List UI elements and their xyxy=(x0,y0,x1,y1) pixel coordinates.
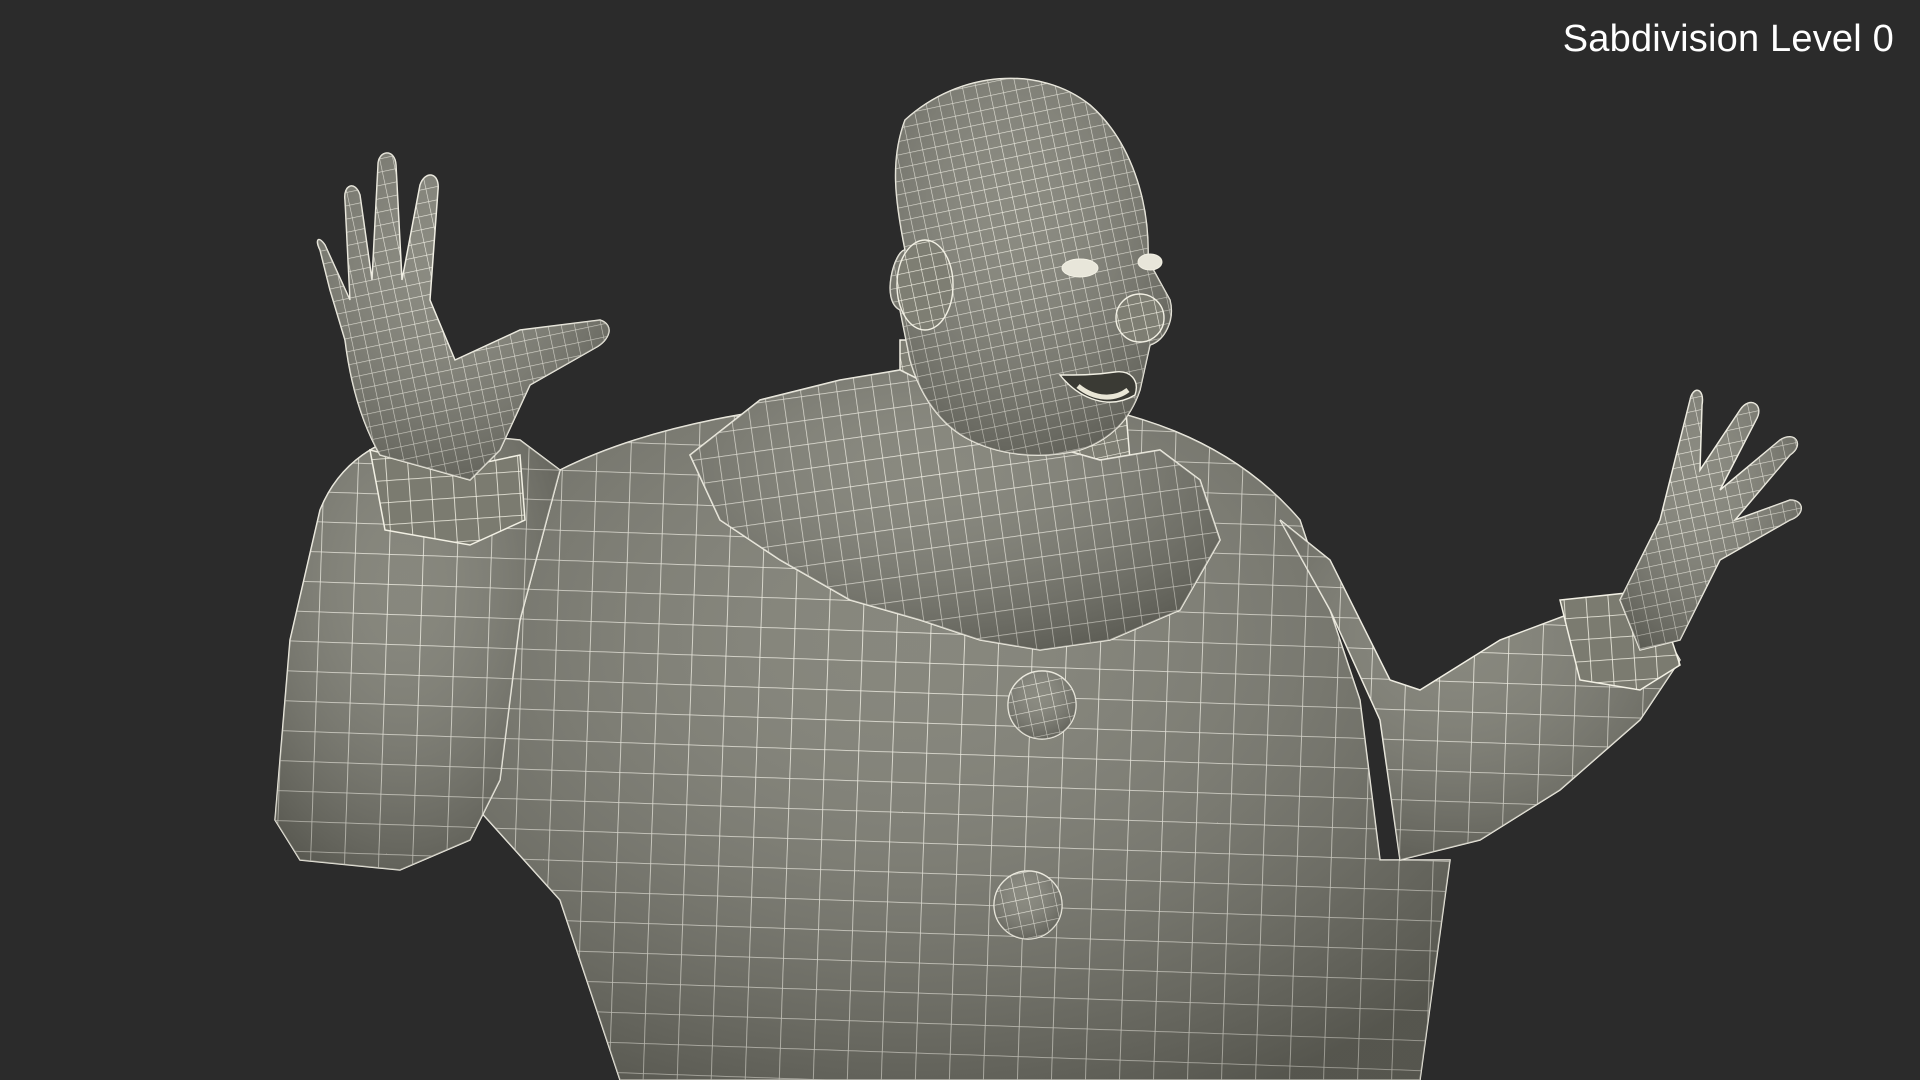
right-hand xyxy=(1619,389,1802,651)
left-hand xyxy=(316,152,610,481)
clown-wireframe-render xyxy=(274,77,1802,1080)
subdivision-level-label: Sabdivision Level 0 xyxy=(1562,18,1894,60)
render-viewport: Sabdivision Level 0 xyxy=(0,0,1920,1080)
head xyxy=(889,77,1172,456)
